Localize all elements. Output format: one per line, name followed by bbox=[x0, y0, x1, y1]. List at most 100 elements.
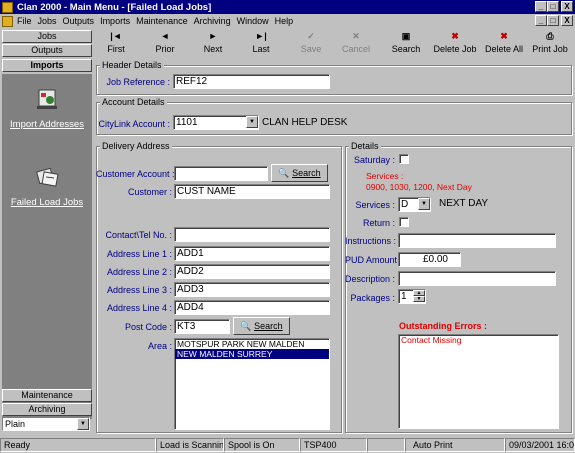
saturday-checkbox[interactable] bbox=[399, 154, 409, 164]
status-print-mode: Auto Print bbox=[405, 438, 505, 452]
chevron-down-icon[interactable]: ▼ bbox=[418, 198, 430, 210]
delete-job-button[interactable]: ✖ Delete Job bbox=[433, 28, 477, 54]
packages-stepper[interactable]: 1 ▲ ▼ bbox=[398, 289, 426, 304]
header-details-title: Header Details bbox=[100, 60, 164, 70]
address-line-2-label: Address Line 2 : bbox=[106, 267, 172, 277]
post-code-input[interactable]: KT3 bbox=[174, 319, 230, 334]
instructions-label: Instructions : bbox=[345, 236, 397, 246]
nav-items-area: Import Addresses Failed Load Jobs bbox=[2, 74, 92, 419]
nav-jobs-button[interactable]: Jobs bbox=[2, 30, 92, 43]
job-reference-label: Job Reference : bbox=[106, 77, 170, 87]
first-button[interactable]: |◄ First bbox=[96, 28, 136, 54]
nav-item-label: Failed Load Jobs bbox=[10, 197, 84, 208]
address-line-4-input[interactable]: ADD4 bbox=[174, 300, 330, 315]
nav-maintenance-button[interactable]: Maintenance bbox=[2, 389, 92, 402]
cancel-icon: ✕ bbox=[352, 31, 360, 41]
last-button[interactable]: ►| Last bbox=[241, 28, 281, 54]
close-button[interactable]: X bbox=[561, 1, 573, 12]
customer-input[interactable]: CUST NAME bbox=[174, 184, 330, 199]
maximize-button[interactable]: □ bbox=[547, 1, 559, 12]
nav-archiving-button[interactable]: Archiving bbox=[2, 403, 92, 416]
area-list-item[interactable]: MOTSPUR PARK NEW MALDEN bbox=[175, 339, 329, 349]
citylink-account-select[interactable]: 1101 ▼ bbox=[173, 115, 259, 130]
address-line-2-input[interactable]: ADD2 bbox=[174, 264, 330, 279]
nav-import-addresses[interactable]: Import Addresses bbox=[2, 86, 92, 130]
chevron-down-icon[interactable]: ▼ bbox=[413, 296, 425, 302]
account-name: CLAN HELP DESK bbox=[262, 117, 348, 128]
printer-icon: ⎙ bbox=[546, 31, 554, 41]
delete-all-label: Delete All bbox=[484, 44, 524, 54]
packages-value: 1 bbox=[401, 291, 407, 302]
print-job-button[interactable]: ⎙ Print Job bbox=[530, 28, 570, 54]
customer-label: Customer : bbox=[127, 187, 172, 197]
search-button[interactable]: ▣ Search bbox=[386, 28, 426, 54]
nav-item-label: Import Addresses bbox=[10, 119, 84, 130]
return-checkbox[interactable] bbox=[399, 217, 409, 227]
prior-button[interactable]: ◄ Prior bbox=[145, 28, 185, 54]
first-label: First bbox=[107, 44, 125, 54]
print-job-label: Print Job bbox=[532, 44, 568, 54]
title-bar[interactable]: Clan 2000 - Main Menu - [Failed Load Job… bbox=[0, 0, 575, 14]
child-close-button[interactable]: X bbox=[561, 15, 573, 26]
job-reference-input[interactable]: REF12 bbox=[173, 74, 330, 89]
cancel-button[interactable]: ✕ Cancel bbox=[336, 28, 376, 54]
address-line-3-input[interactable]: ADD3 bbox=[174, 282, 330, 297]
description-input[interactable] bbox=[398, 271, 556, 286]
delivery-address-title: Delivery Address bbox=[100, 141, 172, 151]
service-select[interactable]: D ▼ bbox=[398, 197, 431, 212]
post-code-search-button[interactable]: 🔍 Search bbox=[233, 317, 290, 335]
errors-list[interactable]: Contact Missing bbox=[398, 334, 559, 429]
area-label: Area : bbox=[147, 341, 172, 351]
search-icon: 🔍 bbox=[278, 168, 290, 178]
chevron-down-icon[interactable]: ▼ bbox=[246, 116, 258, 128]
services-note-label: Services : bbox=[366, 171, 404, 181]
toolbar: |◄ First ◄ Prior ► Next ►| Last ✓ Save ✕… bbox=[94, 28, 575, 60]
menu-file[interactable]: File bbox=[17, 16, 32, 26]
save-button[interactable]: ✓ Save bbox=[291, 28, 331, 54]
menu-archiving[interactable]: Archiving bbox=[194, 16, 231, 26]
nav-outputs-button[interactable]: Outputs bbox=[2, 44, 92, 57]
delete-job-label: Delete Job bbox=[433, 44, 477, 54]
menu-imports[interactable]: Imports bbox=[100, 16, 130, 26]
child-restore-button[interactable]: □ bbox=[547, 15, 559, 26]
menu-jobs[interactable]: Jobs bbox=[38, 16, 57, 26]
menu-window[interactable]: Window bbox=[237, 16, 269, 26]
status-empty-1 bbox=[367, 438, 405, 452]
description-label: Description : bbox=[345, 274, 396, 284]
delete-all-button[interactable]: ✖ Delete All bbox=[482, 28, 526, 54]
menu-outputs[interactable]: Outputs bbox=[63, 16, 95, 26]
pud-amount-label: PUD Amount : bbox=[345, 255, 403, 265]
customer-account-input[interactable] bbox=[174, 166, 268, 181]
address-line-1-input[interactable]: ADD1 bbox=[174, 246, 330, 261]
nav-failed-load-jobs[interactable]: Failed Load Jobs bbox=[2, 164, 92, 208]
last-label: Last bbox=[252, 44, 270, 54]
instructions-input[interactable] bbox=[398, 233, 556, 248]
chevron-down-icon[interactable]: ▼ bbox=[77, 418, 89, 430]
customer-search-button[interactable]: 🔍 Search bbox=[271, 164, 328, 182]
prior-label: Prior bbox=[155, 44, 175, 54]
services-label: Services : bbox=[355, 200, 395, 210]
search-label: Search bbox=[391, 44, 421, 54]
minimize-button[interactable]: _ bbox=[535, 1, 547, 12]
delete-all-icon: ✖ bbox=[500, 31, 508, 41]
area-list[interactable]: MOTSPUR PARK NEW MALDEN NEW MALDEN SURRE… bbox=[174, 338, 330, 430]
menu-maintenance[interactable]: Maintenance bbox=[136, 16, 188, 26]
area-list-item-selected[interactable]: NEW MALDEN SURREY bbox=[175, 349, 329, 359]
cancel-label: Cancel bbox=[341, 44, 370, 54]
view-style-select[interactable]: Plain ▼ bbox=[2, 417, 90, 431]
nav-imports-button[interactable]: Imports bbox=[2, 59, 92, 72]
status-datetime: 09/03/2001 16:04 bbox=[505, 438, 575, 452]
app-icon[interactable] bbox=[2, 1, 13, 13]
contact-input[interactable] bbox=[174, 227, 330, 242]
delete-job-icon: ✖ bbox=[451, 31, 459, 41]
next-button[interactable]: ► Next bbox=[193, 28, 233, 54]
menu-help[interactable]: Help bbox=[275, 16, 294, 26]
pud-amount-input[interactable]: £0.00 bbox=[398, 252, 461, 267]
address-line-3-label: Address Line 3 : bbox=[106, 285, 172, 295]
last-icon: ►| bbox=[255, 31, 267, 41]
window-title: Clan 2000 - Main Menu - [Failed Load Job… bbox=[17, 1, 212, 13]
saturday-label: Saturday : bbox=[353, 155, 395, 165]
import-addresses-icon bbox=[37, 89, 57, 109]
child-minimize-button[interactable]: _ bbox=[535, 15, 547, 26]
child-window-icon[interactable] bbox=[2, 15, 13, 27]
